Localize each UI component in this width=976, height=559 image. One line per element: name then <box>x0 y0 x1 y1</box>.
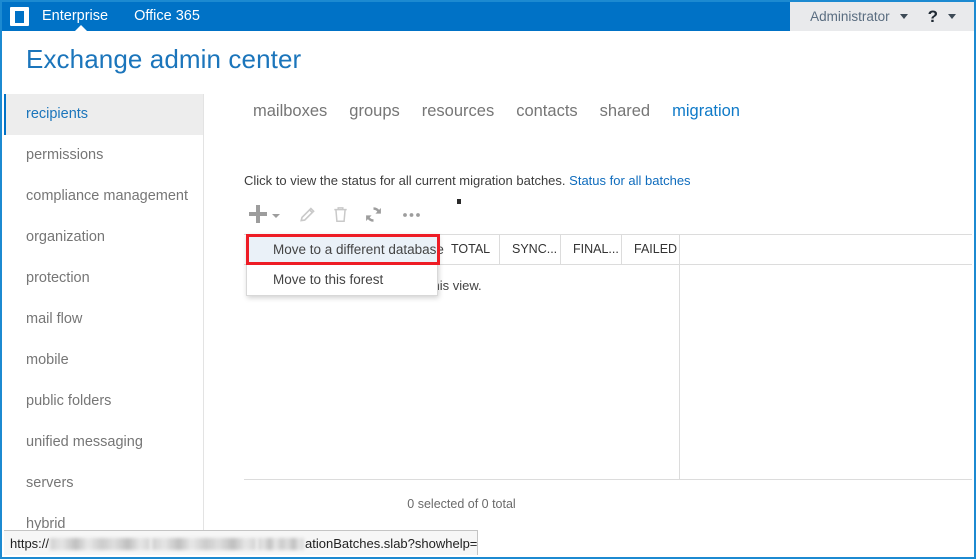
redacted-url-segment <box>152 538 257 551</box>
sidebar-item-unified-messaging[interactable]: unified messaging <box>4 422 203 463</box>
tab-migration[interactable]: migration <box>672 102 740 121</box>
refresh-icon <box>366 206 381 222</box>
grid-bottom-border <box>244 479 972 480</box>
suite-bar-left: Enterprise Office 365 <box>2 2 212 32</box>
detail-pane-top-border <box>679 234 972 235</box>
edit-button[interactable] <box>298 200 317 228</box>
sidebar-item-organization[interactable]: organization <box>4 217 203 258</box>
help-question-icon[interactable]: ? <box>928 2 938 31</box>
sidebar: recipients permissions compliance manage… <box>4 94 204 533</box>
status-url-suffix: ationBatches.slab?showhelp=false# <box>305 535 478 551</box>
sidebar-item-mail-flow[interactable]: mail flow <box>4 299 203 340</box>
redacted-url-segment <box>258 538 305 551</box>
tab-contacts[interactable]: contacts <box>516 102 577 121</box>
grid-selection-summary: 0 selected of 0 total <box>407 497 516 511</box>
sidebar-item-label: public folders <box>26 393 112 409</box>
page-title: Exchange admin center <box>26 44 302 74</box>
office-waffle-icon[interactable] <box>10 7 29 26</box>
sidebar-item-mobile[interactable]: mobile <box>4 340 203 381</box>
new-batch-dropdown-menu[interactable]: Move to a different database Move to thi… <box>246 234 444 296</box>
status-url-prefix: https:// <box>10 535 50 551</box>
column-header-synced[interactable]: SYNC... <box>500 235 561 264</box>
sidebar-item-servers[interactable]: servers <box>4 463 203 504</box>
list-detail-divider <box>679 234 680 480</box>
column-header-finalized[interactable]: FINAL... <box>561 235 622 264</box>
sidebar-item-recipients[interactable]: recipients <box>4 94 203 135</box>
sidebar-item-label: compliance management <box>26 188 189 204</box>
sidebar-item-label: permissions <box>26 147 104 163</box>
plus-icon <box>249 205 267 223</box>
command-toolbar <box>244 199 422 229</box>
chevron-down-icon <box>272 213 280 218</box>
sidebar-item-label: servers <box>26 475 74 491</box>
column-header-total[interactable]: TOTAL <box>439 235 500 264</box>
migration-hint: Click to view the status for all current… <box>244 173 691 188</box>
menu-item-move-to-this-forest[interactable]: Move to this forest <box>247 265 437 295</box>
tab-resources[interactable]: resources <box>422 102 494 121</box>
sidebar-item-hybrid[interactable]: hybrid <box>4 504 203 533</box>
status-for-all-batches-link[interactable]: Status for all batches <box>569 173 690 188</box>
help-chevron-down-icon[interactable] <box>948 14 956 19</box>
suite-link-office365[interactable]: Office 365 <box>122 2 212 31</box>
detail-pane-separator <box>679 264 972 265</box>
tab-shared[interactable]: shared <box>600 102 650 121</box>
ellipsis-icon <box>403 212 420 217</box>
redacted-url-segment <box>50 538 151 551</box>
sidebar-item-label: unified messaging <box>26 434 143 450</box>
tab-groups[interactable]: groups <box>349 102 399 121</box>
refresh-button[interactable] <box>364 200 383 228</box>
browser-status-bar: https:// ationBatches.slab?showhelp=false… <box>4 530 478 555</box>
status-bar-url: https:// ationBatches.slab?showhelp=false… <box>4 532 478 555</box>
suite-link-enterprise[interactable]: Enterprise <box>42 2 122 32</box>
sidebar-item-label: protection <box>26 270 90 286</box>
sidebar-item-label: mail flow <box>26 311 83 327</box>
menu-item-move-to-a-different-database[interactable]: Move to a different database <box>247 235 444 265</box>
trash-icon <box>334 206 347 222</box>
browser-window: Enterprise Office 365 Administrator ? Ex… <box>0 0 976 559</box>
account-menu-label[interactable]: Administrator <box>810 2 890 31</box>
account-chevron-down-icon[interactable] <box>899 14 908 19</box>
sidebar-item-label: organization <box>26 229 105 245</box>
delete-button[interactable] <box>332 200 349 228</box>
main-content: mailboxes groups resources contacts shar… <box>205 94 972 529</box>
cursor-artifact <box>457 199 461 204</box>
migration-hint-text: Click to view the status for all current… <box>244 173 566 188</box>
sidebar-item-permissions[interactable]: permissions <box>4 135 203 176</box>
column-header-failed[interactable]: FAILED <box>622 235 679 264</box>
sidebar-item-label: mobile <box>26 352 69 368</box>
pencil-icon <box>300 206 315 222</box>
sidebar-item-label: recipients <box>26 106 89 122</box>
new-button[interactable] <box>244 200 280 228</box>
suite-bar-right: Administrator ? <box>790 2 974 31</box>
tab-strip: mailboxes groups resources contacts shar… <box>253 102 740 121</box>
suite-bar: Enterprise Office 365 Administrator ? <box>2 2 974 32</box>
more-button[interactable] <box>401 200 422 228</box>
sidebar-item-public-folders[interactable]: public folders <box>4 381 203 422</box>
tab-mailboxes[interactable]: mailboxes <box>253 102 327 121</box>
sidebar-item-compliance-management[interactable]: compliance management <box>4 176 203 217</box>
sidebar-item-protection[interactable]: protection <box>4 258 203 299</box>
